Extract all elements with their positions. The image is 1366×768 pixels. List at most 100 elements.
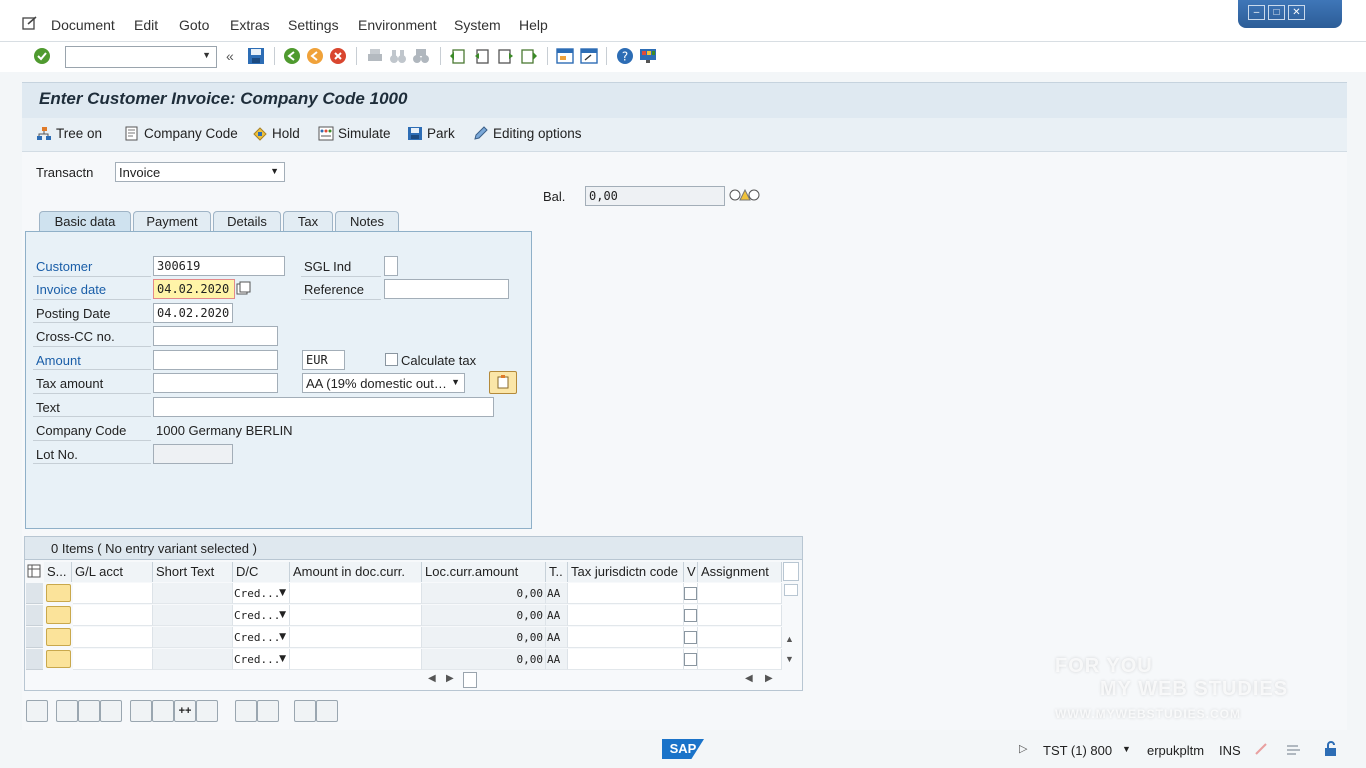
cancel-icon[interactable] (329, 47, 347, 65)
play-icon[interactable]: ▷ (1019, 742, 1027, 755)
park-button[interactable]: Park (407, 126, 455, 141)
chevron-down-icon[interactable]: ▼ (1122, 744, 1131, 754)
close-icon[interactable]: ✕ (1288, 5, 1305, 20)
amount-doc-cell[interactable] (290, 583, 422, 604)
col-tax[interactable]: T.. (546, 562, 568, 582)
menu-environment[interactable]: Environment (358, 17, 437, 33)
scroll-up-icon[interactable]: ▲ (785, 634, 794, 644)
row-checkbox[interactable] (684, 609, 697, 622)
company-code-button[interactable]: Company Code (124, 126, 238, 141)
row-selector[interactable] (26, 605, 43, 626)
tax-amount-input[interactable] (153, 373, 278, 393)
help-icon[interactable]: ? (616, 47, 634, 65)
add-rows-icon[interactable]: ++ (174, 700, 196, 722)
select-block-icon[interactable] (78, 700, 100, 722)
collapse-icon[interactable]: « (226, 48, 234, 64)
col-v[interactable]: V (684, 562, 698, 582)
table-settings-icon[interactable] (27, 564, 42, 579)
previous-page-icon[interactable] (473, 47, 491, 65)
filter-icon[interactable] (316, 700, 338, 722)
amount-doc-cell[interactable] (290, 649, 422, 670)
sort-icon[interactable] (294, 700, 316, 722)
short-text-cell[interactable] (153, 583, 233, 604)
row-selector[interactable] (26, 583, 43, 604)
col-short-text[interactable]: Short Text (153, 562, 233, 582)
tab-notes[interactable]: Notes (335, 211, 399, 232)
exit-icon[interactable] (306, 47, 324, 65)
scroll-thumb[interactable] (463, 672, 477, 688)
deselect-all-icon[interactable] (100, 700, 122, 722)
dc-cell[interactable]: Cred... ▼ (233, 605, 290, 626)
select-all-icon[interactable] (56, 700, 78, 722)
dc-cell[interactable]: Cred... ▼ (233, 583, 290, 604)
save-icon[interactable] (247, 47, 265, 65)
assignment-cell[interactable] (698, 627, 782, 648)
tab-basic-data[interactable]: Basic data (39, 211, 131, 233)
col-dc[interactable]: D/C (233, 562, 290, 582)
customize-layout-icon[interactable] (639, 47, 657, 65)
row-checkbox[interactable] (684, 653, 697, 666)
first-page-icon[interactable] (449, 47, 467, 65)
lock-icon[interactable] (1323, 741, 1339, 757)
print-icon[interactable] (366, 47, 384, 65)
assignment-cell[interactable] (698, 583, 782, 604)
find-next-icon[interactable] (412, 47, 430, 65)
customer-input[interactable]: 300619 (153, 256, 285, 276)
gl-acct-cell[interactable] (73, 605, 153, 626)
editing-options-button[interactable]: Editing options (473, 126, 582, 141)
short-text-cell[interactable] (153, 627, 233, 648)
menu-document[interactable]: Document (51, 17, 115, 33)
amount-doc-cell[interactable] (290, 605, 422, 626)
menu-edit[interactable]: Edit (134, 17, 158, 33)
enter-check-icon[interactable] (33, 47, 51, 65)
row-selector[interactable] (26, 649, 43, 670)
assignment-cell[interactable] (698, 649, 782, 670)
tab-details[interactable]: Details (213, 211, 281, 232)
short-text-cell[interactable] (153, 649, 233, 670)
dc-cell[interactable]: Cred... ▼ (233, 649, 290, 670)
menu-goto[interactable]: Goto (179, 17, 209, 33)
row-status-cell[interactable] (46, 584, 71, 602)
col-assignment[interactable]: Assignment (698, 562, 782, 582)
edit-icon[interactable] (22, 16, 38, 30)
scroll-right-icon[interactable]: ▶ (446, 673, 454, 684)
menu-extras[interactable]: Extras (230, 17, 270, 33)
reference-input[interactable] (384, 279, 509, 299)
assignment-cell[interactable] (698, 605, 782, 626)
minimize-icon[interactable]: – (1248, 5, 1265, 20)
row-status-cell[interactable] (46, 606, 71, 624)
row-selector[interactable] (26, 627, 43, 648)
currency-input[interactable]: EUR (302, 350, 345, 370)
tax-jurisdiction-cell[interactable] (568, 627, 684, 648)
transaction-select[interactable]: Invoice ▼ (115, 162, 285, 182)
menu-help[interactable]: Help (519, 17, 548, 33)
tab-payment[interactable]: Payment (133, 211, 211, 232)
scroll-left-icon[interactable]: ◀ (745, 673, 753, 684)
cross-cc-input[interactable] (153, 326, 278, 346)
tax-code-select[interactable]: AA (19% domestic out… ▼ (302, 373, 465, 393)
command-field[interactable] (65, 46, 217, 68)
row-status-cell[interactable] (46, 628, 71, 646)
tax-jurisdiction-cell[interactable] (568, 583, 684, 604)
simulate-button[interactable]: Simulate (318, 126, 391, 141)
gl-acct-cell[interactable] (73, 627, 153, 648)
system-info[interactable]: TST (1) 800 (1043, 743, 1112, 758)
scroll-right-icon[interactable]: ▶ (765, 673, 773, 684)
col-gl-acct[interactable]: G/L acct (72, 562, 153, 582)
maximize-icon[interactable]: □ (1268, 5, 1285, 20)
row-status-cell[interactable] (46, 650, 71, 668)
tax-jurisdiction-cell[interactable] (568, 605, 684, 626)
col-amount-doc[interactable]: Amount in doc.curr. (290, 562, 422, 582)
scroll-down-icon[interactable]: ▼ (785, 654, 794, 664)
insert-row-icon[interactable] (130, 700, 152, 722)
posting-date-input[interactable]: 04.02.2020 (153, 303, 233, 323)
calculate-tax-checkbox[interactable] (385, 353, 398, 366)
append-row-icon[interactable] (152, 700, 174, 722)
last-page-icon[interactable] (520, 47, 538, 65)
menu-settings[interactable]: Settings (288, 17, 339, 33)
col-tax-jurisdiction[interactable]: Tax jurisdictn code (568, 562, 684, 582)
back-icon[interactable] (283, 47, 301, 65)
gl-acct-cell[interactable] (73, 649, 153, 670)
text-input[interactable] (153, 397, 494, 417)
tax-detail-button[interactable] (489, 371, 517, 394)
